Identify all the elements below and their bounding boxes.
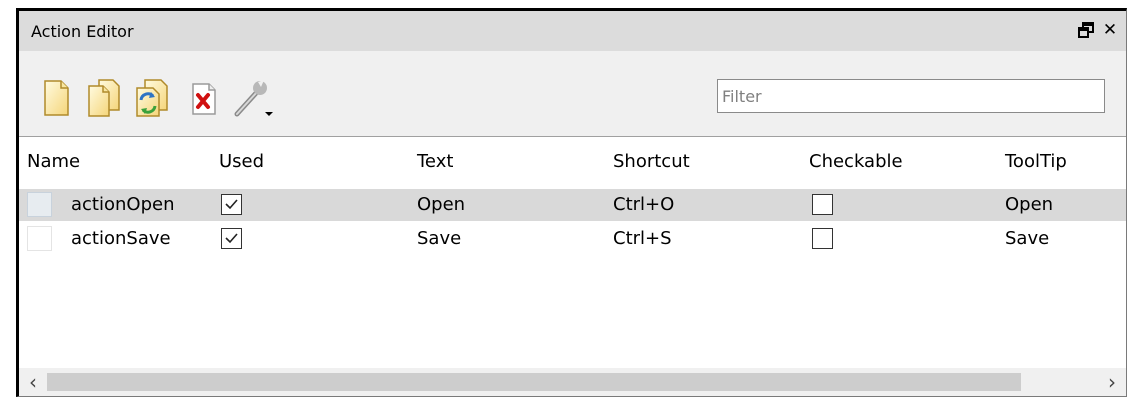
new-folder-icon[interactable]: [85, 78, 123, 118]
table-row[interactable]: actionOpen Open Ctrl+O Open: [19, 189, 1126, 221]
action-icon-slot: [27, 226, 52, 251]
column-header-name[interactable]: Name: [27, 151, 80, 172]
column-header-shortcut[interactable]: Shortcut: [613, 151, 690, 172]
column-header-tooltip[interactable]: ToolTip: [1005, 151, 1067, 172]
action-tooltip: Open: [1005, 194, 1054, 215]
column-header-text[interactable]: Text: [417, 151, 453, 172]
table-row[interactable]: actionSave Save Ctrl+S Save: [19, 223, 1126, 255]
toolbar: [19, 51, 1126, 136]
new-action-icon[interactable]: [37, 78, 75, 118]
float-icon[interactable]: [1076, 19, 1096, 41]
delete-action-icon[interactable]: [185, 78, 223, 118]
filter-input[interactable]: [717, 79, 1105, 113]
action-text: Open: [417, 194, 466, 215]
scroll-thumb[interactable]: [47, 373, 1021, 391]
scroll-right-icon[interactable]: ›: [1098, 368, 1126, 396]
horizontal-scrollbar[interactable]: ‹ ›: [19, 368, 1126, 396]
action-text: Save: [417, 228, 462, 249]
checkable-checkbox[interactable]: [812, 194, 833, 215]
action-name: actionSave: [71, 228, 171, 249]
action-tooltip: Save: [1005, 228, 1050, 249]
action-icon-slot: [27, 192, 52, 217]
configure-wrench-icon[interactable]: [231, 78, 279, 118]
used-checkbox[interactable]: [221, 228, 242, 249]
close-icon[interactable]: ✕: [1100, 19, 1120, 41]
column-header-checkable[interactable]: Checkable: [809, 151, 903, 172]
used-checkbox[interactable]: [221, 194, 242, 215]
action-shortcut: Ctrl+O: [613, 194, 675, 215]
action-name: actionOpen: [71, 194, 175, 215]
checkable-checkbox[interactable]: [812, 228, 833, 249]
copy-action-icon[interactable]: [133, 78, 171, 118]
panel-title: Action Editor: [31, 22, 134, 41]
action-editor-panel: Action Editor ✕ Filter Name Used Text Sh…: [16, 8, 1127, 397]
actions-table: Name Used Text Shortcut Checkable ToolTi…: [19, 136, 1126, 396]
scroll-left-icon[interactable]: ‹: [19, 368, 47, 396]
action-shortcut: Ctrl+S: [613, 228, 672, 249]
title-bar: Action Editor ✕: [19, 11, 1126, 51]
table-header: Name Used Text Shortcut Checkable ToolTi…: [19, 137, 1126, 183]
column-header-used[interactable]: Used: [219, 151, 264, 172]
